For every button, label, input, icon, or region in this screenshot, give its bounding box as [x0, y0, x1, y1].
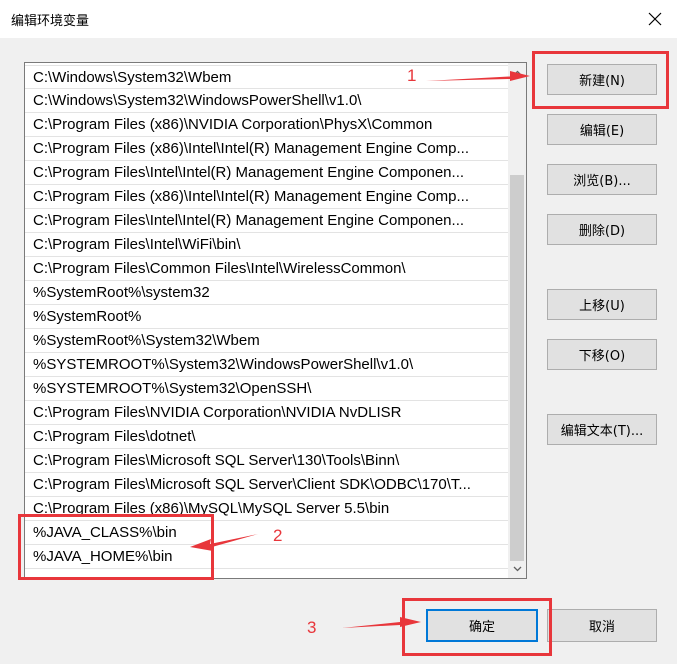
- arrow-1: [426, 71, 530, 81]
- arrow-3: [342, 617, 421, 628]
- annotation-arrows: [190, 71, 530, 628]
- arrow-2: [190, 534, 258, 551]
